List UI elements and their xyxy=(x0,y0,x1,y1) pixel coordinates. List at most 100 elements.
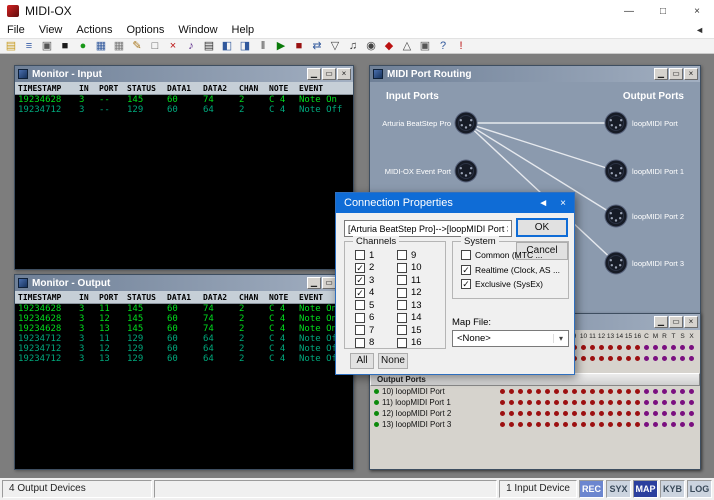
channel-checkbox-row[interactable]: 10 xyxy=(397,263,422,273)
close-button[interactable]: × xyxy=(684,68,698,80)
note-mapper-icon[interactable]: ♪ xyxy=(183,39,199,53)
menu-options[interactable]: Options xyxy=(119,24,171,36)
channel-checkbox-row[interactable]: 9 xyxy=(397,250,422,260)
checkbox[interactable] xyxy=(397,263,407,273)
restore-button[interactable]: ▭ xyxy=(669,316,683,328)
channel-checkbox-row[interactable]: ✓4 xyxy=(355,288,374,298)
checkbox[interactable] xyxy=(397,338,407,348)
log-indicator[interactable]: LOG xyxy=(687,480,712,498)
maximize-button[interactable]: □ xyxy=(646,0,680,22)
restore-button[interactable]: ▭ xyxy=(322,277,336,289)
channel-checkbox-row[interactable]: 16 xyxy=(397,338,422,348)
instrument-icon[interactable]: ♫ xyxy=(345,39,361,53)
checkbox[interactable] xyxy=(397,250,407,260)
keyboard-icon[interactable]: ▤ xyxy=(201,39,217,53)
menu-view[interactable]: View xyxy=(32,24,70,36)
checkbox[interactable]: ✓ xyxy=(355,288,365,298)
minimize-button[interactable]: ▁ xyxy=(307,68,321,80)
menu-help[interactable]: Help xyxy=(225,24,262,36)
restore-button[interactable]: ▭ xyxy=(669,68,683,80)
play-icon[interactable]: ▶ xyxy=(273,39,289,53)
system-checkbox-row[interactable]: ✓Exclusive (SysEx) xyxy=(461,279,560,289)
close-button[interactable]: × xyxy=(680,0,714,22)
clear-window-icon[interactable]: □ xyxy=(147,39,163,53)
channel-checkbox-row[interactable]: 12 xyxy=(397,288,422,298)
delete-icon[interactable]: × xyxy=(165,39,181,53)
channel-checkbox-row[interactable]: 1 xyxy=(355,250,374,260)
checkbox[interactable] xyxy=(461,250,471,260)
help-icon[interactable]: ? xyxy=(435,39,451,53)
kyb-indicator[interactable]: KYB xyxy=(660,480,685,498)
connection-name-input[interactable] xyxy=(344,220,512,237)
channel-checkbox-row[interactable]: 5 xyxy=(355,300,374,310)
checkbox[interactable] xyxy=(355,325,365,335)
channel-checkbox-row[interactable]: 11 xyxy=(397,275,422,285)
all-button[interactable]: All xyxy=(350,353,374,369)
checkbox[interactable] xyxy=(397,313,407,323)
monitor-input-icon[interactable]: ◧ xyxy=(219,39,235,53)
pause-icon[interactable]: ‖ xyxy=(255,39,271,53)
sysex-view-icon[interactable]: ≡ xyxy=(21,39,37,53)
monitor-output-titlebar[interactable]: Monitor - Output ▁ ▭ × xyxy=(15,275,353,291)
channel-checkbox-row[interactable]: 7 xyxy=(355,325,374,335)
close-button[interactable]: × xyxy=(684,316,698,328)
output-port-loopmidi-port-1[interactable]: loopMIDI Port 1 xyxy=(604,159,684,183)
output-port-loopmidi-port-3[interactable]: loopMIDI Port 3 xyxy=(604,251,684,275)
input-port-midi-ox-event-port[interactable]: MIDI-OX Event Port xyxy=(374,159,478,183)
none-button[interactable]: None xyxy=(378,353,408,369)
monitor-input-titlebar[interactable]: Monitor - Input ▁ ▭ × xyxy=(15,66,353,82)
restore-button[interactable]: ▭ xyxy=(322,68,336,80)
checkbox[interactable] xyxy=(397,300,407,310)
dialog-titlebar[interactable]: Connection Properties ◄ × xyxy=(336,193,574,213)
map-indicator[interactable]: MAP xyxy=(633,480,658,498)
syx-indicator[interactable]: SYX xyxy=(606,480,631,498)
record-icon[interactable]: ● xyxy=(75,39,91,53)
stop-icon[interactable]: ■ xyxy=(291,39,307,53)
black-display-icon[interactable]: ■ xyxy=(57,39,73,53)
close-button[interactable]: × xyxy=(337,68,351,80)
minimize-button[interactable]: ▁ xyxy=(307,277,321,289)
about-icon[interactable]: ! xyxy=(453,39,469,53)
channel-checkbox-row[interactable]: ✓2 xyxy=(355,263,374,273)
checkbox[interactable] xyxy=(397,288,407,298)
checkbox[interactable] xyxy=(355,313,365,323)
channel-checkbox-row[interactable]: 8 xyxy=(355,338,374,348)
rec-indicator[interactable]: REC xyxy=(579,480,604,498)
menu-window[interactable]: Window xyxy=(171,24,224,36)
input-port-arturia-beatstep-pro[interactable]: Arturia BeatStep Pro xyxy=(374,111,478,135)
port-routing-icon[interactable]: ▣ xyxy=(39,39,55,53)
routing-titlebar[interactable]: MIDI Port Routing ▁ ▭ × xyxy=(370,66,700,82)
mdi-scroll-left-icon[interactable]: ◄ xyxy=(695,25,714,35)
edit-pencil-icon[interactable]: ✎ xyxy=(129,39,145,53)
output-port-loopmidi-port[interactable]: loopMIDI Port xyxy=(604,111,678,135)
back-arrow-icon[interactable]: ◄ xyxy=(538,198,548,209)
filter-icon[interactable]: ▽ xyxy=(327,39,343,53)
checkbox[interactable] xyxy=(355,300,365,310)
channel-checkbox-row[interactable]: 6 xyxy=(355,313,374,323)
checkbox[interactable]: ✓ xyxy=(355,275,365,285)
port-status-icon[interactable]: ▦ xyxy=(93,39,109,53)
checkbox[interactable]: ✓ xyxy=(461,279,471,289)
checkbox[interactable] xyxy=(355,338,365,348)
panic-icon[interactable]: ◆ xyxy=(381,39,397,53)
checkbox[interactable]: ✓ xyxy=(461,265,471,275)
checkbox[interactable] xyxy=(355,250,365,260)
config-icon[interactable]: ▣ xyxy=(417,39,433,53)
ok-button[interactable]: OK xyxy=(516,218,568,237)
minimize-button[interactable]: — xyxy=(612,0,646,22)
patch-map-icon[interactable]: ⇄ xyxy=(309,39,325,53)
metronome-icon[interactable]: △ xyxy=(399,39,415,53)
system-checkbox-row[interactable]: Common (MTC ... xyxy=(461,250,560,260)
checkbox[interactable] xyxy=(397,325,407,335)
title-bar[interactable]: MIDI-OX — □ × xyxy=(0,0,714,22)
calculator-icon[interactable]: ▦ xyxy=(111,39,127,53)
monitor-output-icon[interactable]: ◨ xyxy=(237,39,253,53)
channel-checkbox-row[interactable]: 14 xyxy=(397,313,422,323)
close-icon[interactable]: × xyxy=(560,198,566,209)
output-port-loopmidi-port-2[interactable]: loopMIDI Port 2 xyxy=(604,204,684,228)
menu-file[interactable]: File xyxy=(0,24,32,36)
system-checkbox-row[interactable]: ✓Realtime (Clock, AS ... xyxy=(461,265,560,275)
checkbox[interactable]: ✓ xyxy=(355,263,365,273)
checkbox[interactable] xyxy=(397,275,407,285)
minimize-button[interactable]: ▁ xyxy=(654,316,668,328)
